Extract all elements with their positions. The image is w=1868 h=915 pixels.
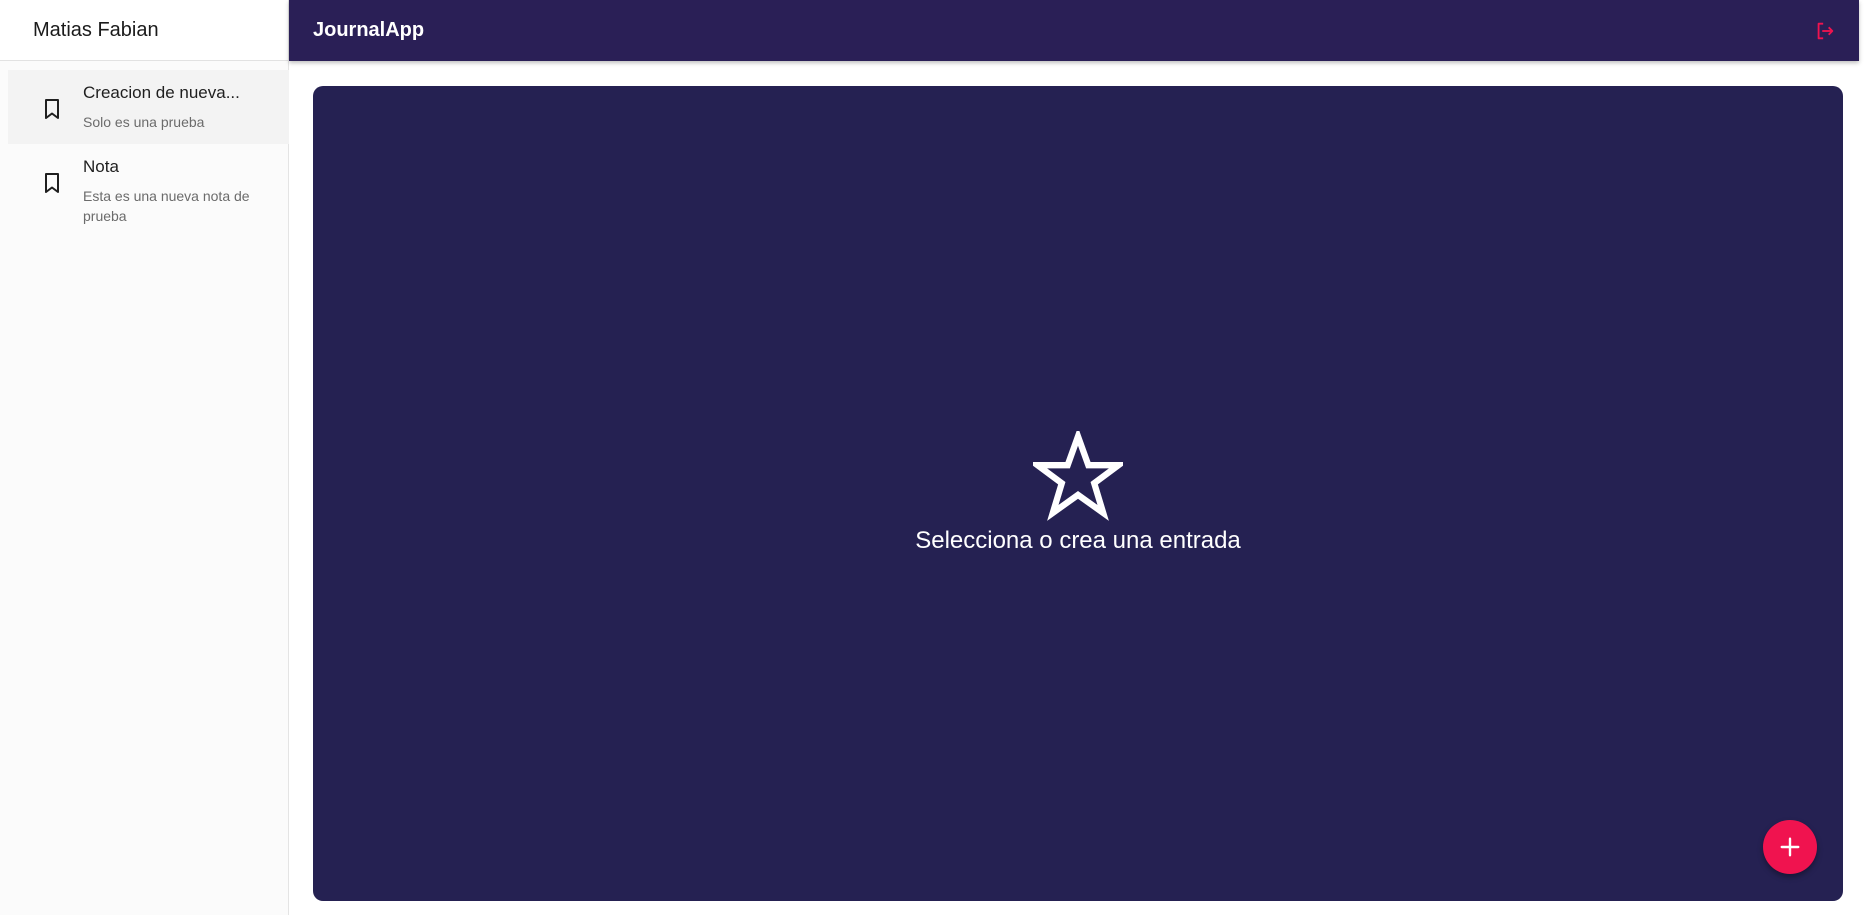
logout-icon [1817,22,1834,39]
note-text: Creacion de nueva... Solo es una prueba [83,82,240,132]
plus-icon [1780,837,1800,857]
app-title: JournalApp [313,19,425,41]
note-list-item[interactable]: Nota Esta es una nueva nota de prueba [8,144,289,238]
note-title: Creacion de nueva... [83,83,240,102]
note-list-item[interactable]: Creacion de nueva... Solo es una prueba [8,70,289,144]
logout-button[interactable] [1809,15,1841,47]
note-list: Creacion de nueva... Solo es una prueba … [0,61,289,238]
star-outline-icon [1033,431,1123,521]
sidebar-header: Matias Fabian [0,0,288,61]
note-body: Esta es una nueva nota de prueba [83,188,250,224]
top-app-bar: JournalApp [289,0,1859,61]
note-body: Solo es una prueba [83,114,205,130]
add-entry-button[interactable] [1763,820,1817,874]
user-name: Matias Fabian [33,18,159,41]
empty-state: Selecciona o crea una entrada [313,431,1843,555]
bookmark-icon [42,171,62,195]
note-title: Nota [83,157,119,176]
empty-state-message: Selecciona o crea una entrada [915,527,1241,554]
note-text: Nota Esta es una nueva nota de prueba [83,156,273,226]
main-panel: Selecciona o crea una entrada [313,86,1843,901]
bookmark-icon [42,97,62,121]
sidebar: Matias Fabian Creacion de nueva... Solo … [0,0,289,915]
app-root: Matias Fabian Creacion de nueva... Solo … [0,0,1868,915]
